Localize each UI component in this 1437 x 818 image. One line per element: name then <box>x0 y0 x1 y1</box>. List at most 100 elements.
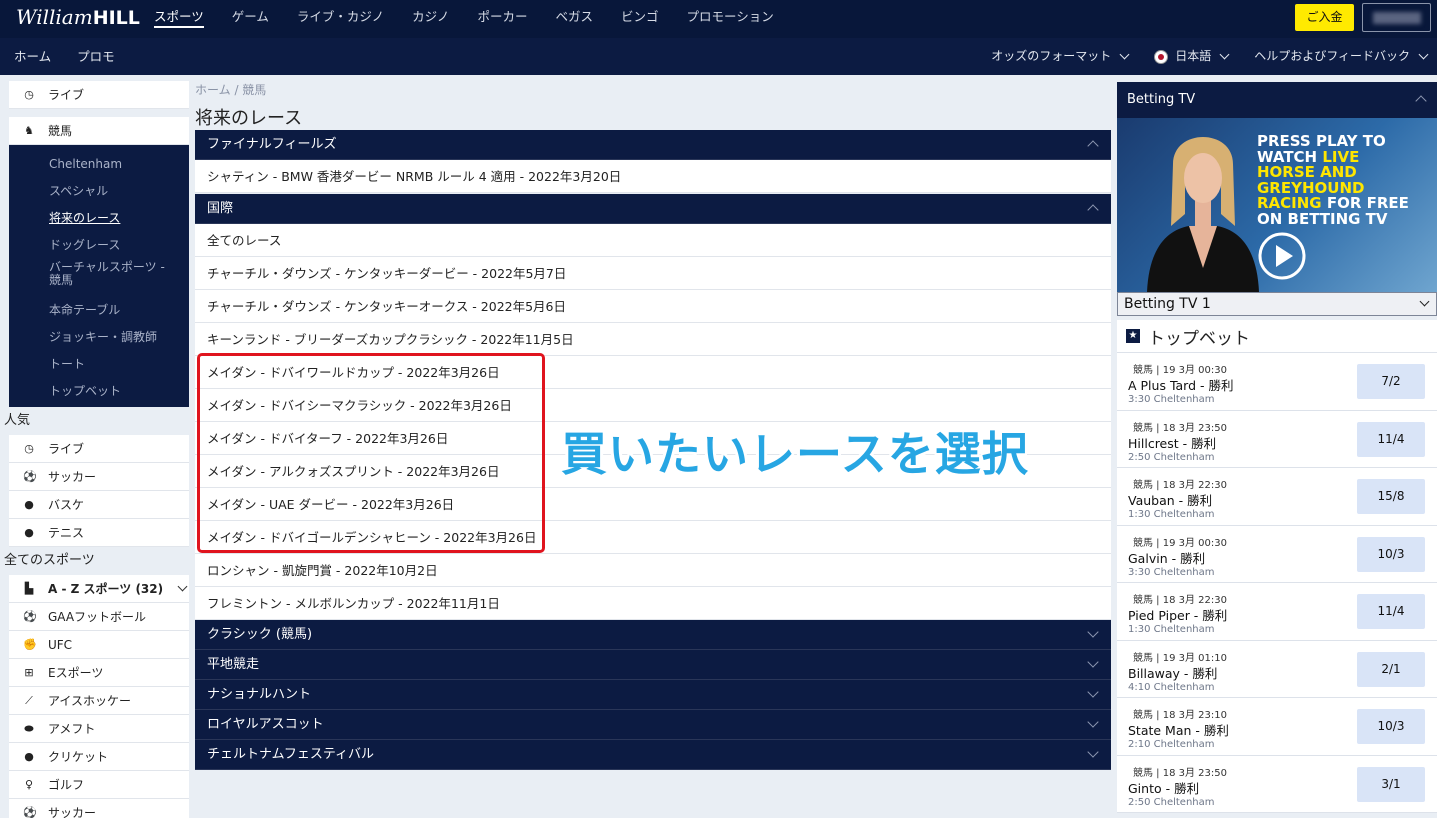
submenu-favourites-table[interactable]: 本命テーブル <box>9 297 189 324</box>
deposit-button[interactable]: ご入金 <box>1295 4 1354 31</box>
sidebar-item-ice-hockey[interactable]: ⟋ アイスホッケー <box>9 687 189 715</box>
account-button[interactable] <box>1362 3 1431 32</box>
nav-bingo[interactable]: ビンゴ <box>621 0 659 38</box>
sidebar-item-golf[interactable]: ♀ ゴルフ <box>9 771 189 799</box>
help-label: ヘルプおよびフィードバック <box>1254 49 1410 63</box>
bet-selection[interactable]: Ginto - 勝利 <box>1128 778 1199 797</box>
odds-button[interactable]: 11/4 <box>1357 421 1425 457</box>
race-row-all[interactable]: 全てのレース <box>195 224 1111 257</box>
odds-button[interactable]: 10/3 <box>1357 709 1425 744</box>
sidebar-item-live[interactable]: ◷ ライブ <box>9 435 189 463</box>
sidebar-item-a-z-sports[interactable]: ▙ A - Z スポーツ (32) <box>9 575 189 603</box>
nav-games[interactable]: ゲーム <box>232 0 269 38</box>
william-hill-logo[interactable]: WilliamHILL <box>16 5 140 29</box>
nav-promotions[interactable]: プロモーション <box>686 0 773 38</box>
sidebar-item-basketball[interactable]: ● バスケ <box>9 491 189 519</box>
nav-vegas[interactable]: ベガス <box>555 0 593 38</box>
race-row[interactable]: シャティン - BMW 香港ダービー NRMB ルール 4 適用 - 2022年… <box>195 160 1111 193</box>
top-bets-title: ★ トップベット <box>1117 320 1437 353</box>
submenu-greyhounds[interactable]: ドッグレース <box>9 232 189 259</box>
submenu-future-races[interactable]: 将来のレース <box>9 205 189 232</box>
cricket-ball-icon: ● <box>24 750 34 763</box>
top-bets-title-text: トップベット <box>1148 328 1250 349</box>
language-label: 日本語 <box>1175 49 1212 63</box>
sidebar-item-cricket[interactable]: ● クリケット <box>9 743 189 771</box>
sidebar-item-label: Eスポーツ <box>48 666 104 680</box>
top-bet-item: 競馬 | 19 3月 00:30 Galvin - 勝利 3:30 Cheltenh… <box>1117 525 1437 583</box>
subnav-home[interactable]: ホーム <box>14 38 51 75</box>
submenu-top-bets[interactable]: トップベット <box>9 378 189 405</box>
bet-selection[interactable]: Vauban - 勝利 <box>1128 490 1212 509</box>
bet-meta: 競馬 | 19 3月 00:30 <box>1133 537 1227 549</box>
bet-selection[interactable]: Pied Piper - 勝利 <box>1128 605 1227 624</box>
submenu-tote[interactable]: トート <box>9 351 189 378</box>
odds-button[interactable]: 11/4 <box>1357 594 1425 629</box>
odds-button[interactable]: 7/2 <box>1357 364 1425 399</box>
race-row[interactable]: ロンシャン - 凱旋門賞 - 2022年10月2日 <box>195 554 1111 587</box>
chevron-down-icon <box>1119 49 1130 60</box>
odds-button[interactable]: 3/1 <box>1357 766 1425 802</box>
horse-racing-submenu: Cheltenham スペシャル 将来のレース ドッグレース バーチャルスポーツ… <box>9 145 189 407</box>
nav-sports[interactable]: スポーツ <box>154 0 204 28</box>
sidebar-item-tennis[interactable]: ● テニス <box>9 519 189 547</box>
bet-selection[interactable]: A Plus Tard - 勝利 <box>1128 375 1233 394</box>
odds-format-dropdown[interactable]: オッズのフォーマット <box>991 38 1130 75</box>
top-bet-item: 競馬 | 18 3月 22:30 Pied Piper - 勝利 1:30 Chel… <box>1117 583 1437 641</box>
bet-selection[interactable]: Hillcrest - 勝利 <box>1128 433 1216 452</box>
race-row[interactable]: チャーチル・ダウンズ - ケンタッキーオークス - 2022年5月6日 <box>195 290 1111 323</box>
all-sports-heading: 全てのスポーツ <box>4 553 95 568</box>
bet-event: 3:30 Cheltenham <box>1128 566 1215 578</box>
betting-tv-title: Betting TV <box>1127 92 1196 107</box>
submenu-specials[interactable]: スペシャル <box>9 178 189 205</box>
bet-event: 4:10 Cheltenham <box>1128 681 1215 693</box>
sidebar-item-ufc[interactable]: ✊ UFC <box>9 631 189 659</box>
top-bet-item: 競馬 | 19 3月 01:10 Billaway - 勝利 4:10 Chelte… <box>1117 640 1437 698</box>
bet-selection[interactable]: State Man - 勝利 <box>1128 720 1229 739</box>
top-bet-item: 競馬 | 19 3月 00:30 A Plus Tard - 勝利 3:30 Che… <box>1117 353 1437 411</box>
submenu-jockeys-trainers[interactable]: ジョッキー・調教師 <box>9 324 189 351</box>
race-row[interactable]: チャーチル・ダウンズ - ケンタッキーダービー - 2022年5月7日 <box>195 257 1111 290</box>
nav-live-casino[interactable]: ライブ・カジノ <box>297 0 384 38</box>
sidebar-item-live[interactable]: ◷ ライブ <box>9 81 189 109</box>
betting-tv-video[interactable]: PRESS PLAY TO WATCH LIVE HORSE AND GREYH… <box>1117 118 1437 292</box>
sidebar-item-esports[interactable]: ⊞ Eスポーツ <box>9 659 189 687</box>
bet-event: 2:50 Cheltenham <box>1128 451 1215 463</box>
odds-button[interactable]: 15/8 <box>1357 479 1425 514</box>
section-flat-header[interactable]: 平地競走 <box>195 650 1111 680</box>
help-dropdown[interactable]: ヘルプおよびフィードバック <box>1254 38 1429 75</box>
nav-poker[interactable]: ポーカー <box>477 0 527 38</box>
section-international-header[interactable]: 国際 <box>195 194 1111 224</box>
breadcrumb[interactable]: ホーム / 競馬 <box>195 81 266 98</box>
race-row[interactable]: フレミントン - メルボルンカップ - 2022年11月1日 <box>195 587 1111 620</box>
bet-selection[interactable]: Galvin - 勝利 <box>1128 548 1205 567</box>
bet-selection[interactable]: Billaway - 勝利 <box>1128 663 1217 682</box>
sidebar-item-american-football[interactable]: ⬬ アメフト <box>9 715 189 743</box>
section-classic-header[interactable]: クラシック (競馬) <box>195 620 1111 650</box>
betting-tv-channel-select[interactable]: Betting TV 1 <box>1117 292 1437 316</box>
chevron-down-icon <box>1087 626 1099 638</box>
section-cheltenham-festival-header[interactable]: チェルトナムフェスティバル <box>195 740 1111 770</box>
odds-button[interactable]: 2/1 <box>1357 651 1425 687</box>
sidebar-item-horse-racing[interactable]: ♞ 競馬 <box>9 117 189 145</box>
nav-casino[interactable]: カジノ <box>412 0 449 38</box>
language-dropdown[interactable]: 日本語 <box>1154 38 1230 75</box>
section-royal-ascot-header[interactable]: ロイヤルアスコット <box>195 710 1111 740</box>
submenu-virtual-racing[interactable]: バーチャルスポーツ - 競馬 <box>9 259 189 297</box>
betting-tv-promo: PRESS PLAY TO WATCH LIVE HORSE AND GREYH… <box>1257 133 1409 227</box>
section-final-fields-header[interactable]: ファイナルフィールズ <box>195 130 1111 160</box>
sidebar-item-label: ライブ <box>48 442 85 456</box>
bet-event: 1:30 Cheltenham <box>1128 624 1215 635</box>
sidebar-item-soccer[interactable]: ⚽ サッカー <box>9 463 189 491</box>
top-bet-item: 競馬 | 18 3月 22:30 Vauban - 勝利 1:30 Cheltenh… <box>1117 468 1437 526</box>
odds-button[interactable]: 10/3 <box>1357 536 1425 572</box>
submenu-cheltenham[interactable]: Cheltenham <box>9 151 189 178</box>
betting-tv-header[interactable]: Betting TV <box>1117 82 1437 118</box>
subnav-promo[interactable]: プロモ <box>77 38 115 75</box>
section-national-hunt-header[interactable]: ナショナルハント <box>195 680 1111 710</box>
page-title: 将来のレース <box>195 108 303 129</box>
sidebar-item-gaa-football[interactable]: ⚽ GAAフットボール <box>9 603 189 631</box>
race-row[interactable]: キーンランド - ブリーダーズカップクラシック - 2022年11月5日 <box>195 323 1111 356</box>
bet-event: 1:30 Cheltenham <box>1128 509 1215 520</box>
logo-script: William <box>16 5 93 29</box>
sidebar-item-soccer[interactable]: ⚽ サッカー <box>9 799 189 818</box>
